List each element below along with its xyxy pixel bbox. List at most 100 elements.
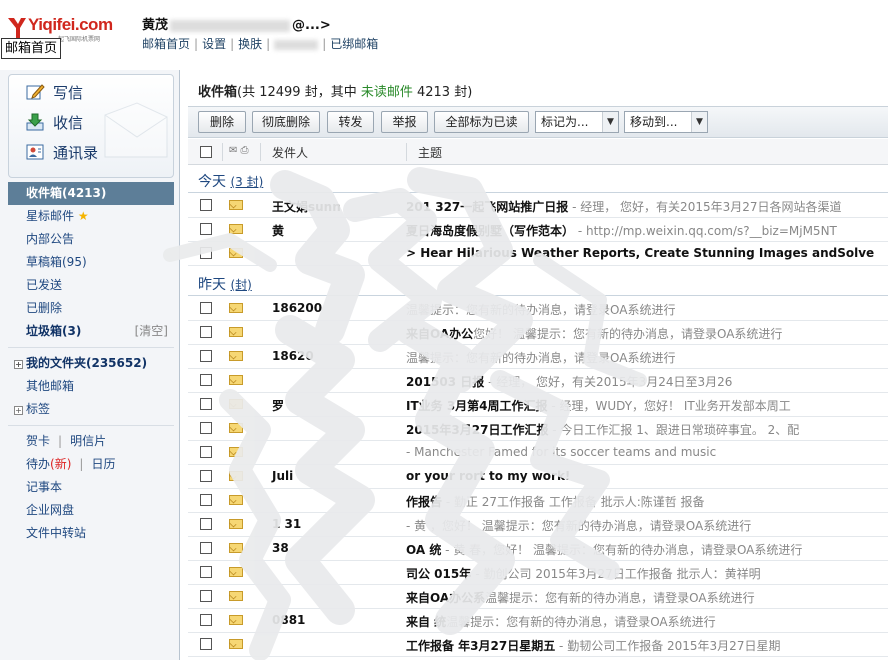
row-preview: - 勤正 27工作报备 工作报备 批示人:陈谨哲 报备	[442, 495, 705, 509]
row-checkbox[interactable]	[200, 374, 212, 386]
select-all-checkbox[interactable]	[200, 146, 212, 158]
row-checkbox[interactable]	[200, 350, 212, 362]
mail-row[interactable]: 司公 015年 - 勤创公司 2015年3月27日工作报备 批示人：黄祥明	[188, 561, 888, 585]
mail-row[interactable]: 38 OA 统 - 黄 春，您好！ 温馨提示：您有新的待办消息，请登录OA系统进行	[188, 537, 888, 561]
user-name: 黄茂 @...>	[142, 14, 331, 33]
inbox-title-label: 收件箱	[198, 85, 238, 100]
mail-row[interactable]: - Manchester Famed for its soccer teams …	[188, 441, 888, 465]
folder-sent[interactable]: 已发送	[8, 274, 174, 297]
extras-transfer[interactable]: 文件中转站	[8, 522, 174, 545]
group-today: 今天 (3 封)	[198, 171, 263, 191]
receive-button[interactable]: 收信	[25, 109, 83, 135]
contacts-button[interactable]: 通讯录	[25, 139, 98, 165]
mail-row[interactable]: 0881 来自 统温馨提示：您有新的待办消息，请登录OA系统进行	[188, 609, 888, 633]
row-preview: - 经理， 您好，有关2015年3月24日至3月26	[484, 375, 733, 389]
link-bound-mailbox[interactable]: 已绑邮箱	[330, 37, 378, 51]
link-settings[interactable]: 设置	[202, 37, 226, 51]
greeting-card-link[interactable]: 贺卡	[26, 434, 50, 448]
row-subject-text: 来自OA办公系	[406, 591, 486, 605]
postcard-link[interactable]: 明信片	[70, 434, 106, 448]
expand-icon[interactable]: +	[14, 406, 23, 415]
my-folders-label: 我的文件夹(235652)	[26, 356, 148, 370]
folder-spam[interactable]: 垃圾箱(3) [清空]	[8, 320, 174, 343]
row-sender: 38	[272, 541, 289, 555]
mail-row[interactable]: 2015年3月27日工作汇报 - 今日工作汇报 1、跟进日常琐碎事宜。 2、配	[188, 417, 888, 441]
row-checkbox[interactable]	[200, 518, 212, 530]
permanent-delete-button[interactable]: 彻底删除	[252, 111, 320, 133]
link-mail-home[interactable]: 邮箱首页	[142, 37, 190, 51]
group-today-count[interactable]: (3 封)	[230, 175, 263, 189]
todo-link[interactable]: 待办	[26, 457, 50, 471]
row-checkbox[interactable]	[200, 494, 212, 506]
folder-inbox[interactable]: 收件箱(4213)	[8, 182, 174, 205]
row-checkbox[interactable]	[200, 638, 212, 650]
divider	[188, 295, 888, 296]
row-checkbox[interactable]	[200, 614, 212, 626]
mail-row[interactable]: 186200 温馨提示：您有新的待办消息，请登录OA系统进行	[188, 297, 888, 321]
mail-row[interactable]: 201503 日报 - 经理， 您好，有关2015年3月24日至3月26	[188, 369, 888, 393]
row-checkbox[interactable]	[200, 422, 212, 434]
row-checkbox[interactable]	[200, 199, 212, 211]
row-checkbox[interactable]	[200, 223, 212, 235]
mail-row[interactable]: 18620 温馨提示：您有新的待办消息，请登录OA系统进行	[188, 345, 888, 369]
forward-button[interactable]: 转发	[327, 111, 374, 133]
mark-all-read-button[interactable]: 全部标为已读	[434, 111, 529, 133]
row-subject: - 黄 ，您好！ 温馨提示：您有新的待办消息，请登录OA系统进行	[406, 517, 751, 534]
folder-deleted[interactable]: 已删除	[8, 297, 174, 320]
link-skin[interactable]: 换肤	[238, 37, 262, 51]
mail-row[interactable]: 作报告 - 勤正 27工作报备 工作报备 批示人:陈谨哲 报备	[188, 489, 888, 513]
group-yesterday-count[interactable]: (封)	[230, 278, 251, 292]
mail-row[interactable]: Juli or your rort to my work!	[188, 465, 888, 489]
mail-row[interactable]: 来自OA办公您好！ 温馨提示：您有新的待办消息，请登录OA系统进行	[188, 321, 888, 345]
folder-announcements[interactable]: 内部公告	[8, 228, 174, 251]
tags-label: 标签	[26, 402, 51, 416]
mail-row[interactable]: 1 31 - 黄 ，您好！ 温馨提示：您有新的待办消息，请登录OA系统进行	[188, 513, 888, 537]
folder-drafts-label: 草稿箱(95)	[26, 255, 87, 269]
row-preview: 温馨提示：您有新的待办消息，请登录OA系统进行	[485, 591, 755, 605]
extras-netdisk[interactable]: 企业网盘	[8, 499, 174, 522]
row-preview: - http://mp.weixin.qq.com/s?__biz=MjM5NT	[574, 224, 837, 238]
calendar-link[interactable]: 日历	[91, 457, 115, 471]
row-checkbox[interactable]	[200, 542, 212, 554]
mail-row[interactable]: 来自OA办公系温馨提示：您有新的待办消息，请登录OA系统进行	[188, 585, 888, 609]
move-to-select[interactable]: 移动到... ▼	[624, 111, 708, 133]
delete-button[interactable]: 删除	[198, 111, 246, 133]
unread-count: 4213 封)	[412, 85, 473, 100]
row-checkbox[interactable]	[200, 398, 212, 410]
mail-row[interactable]: 罗 IT业务 3月第4周工作汇报 - 经理，WUDY，您好！ IT业务开发部本周工	[188, 393, 888, 417]
unread-envelope-icon	[229, 399, 243, 409]
row-checkbox[interactable]	[200, 247, 212, 259]
row-checkbox[interactable]	[200, 566, 212, 578]
folder-my-folders[interactable]: + 我的文件夹(235652)	[8, 352, 174, 375]
mail-row[interactable]: > Hear Hilarious Weather Reports, Create…	[188, 242, 888, 266]
row-checkbox[interactable]	[200, 302, 212, 314]
folder-starred[interactable]: 星标邮件 ★	[8, 205, 174, 228]
unread-link[interactable]: 未读邮件	[361, 85, 413, 100]
mail-row[interactable]: 工作报备 年3月27日星期五 - 勤韧公司工作报备 2015年3月27日星期	[188, 633, 888, 657]
row-subject: 来自OA办公系温馨提示：您有新的待办消息，请登录OA系统进行	[406, 589, 755, 606]
empty-spam-link[interactable]: [清空]	[135, 320, 168, 343]
row-subject-text: OA 统	[406, 543, 442, 557]
folder-drafts[interactable]: 草稿箱(95)	[8, 251, 174, 274]
report-button[interactable]: 举报	[381, 111, 428, 133]
row-checkbox[interactable]	[200, 590, 212, 602]
user-name-prefix: 黄茂	[142, 18, 169, 33]
mark-as-select[interactable]: 标记为... ▼	[535, 111, 619, 133]
row-subject-text: 来自 统	[406, 615, 447, 629]
expand-icon[interactable]: +	[14, 360, 23, 369]
mail-row[interactable]: 黄 夏日海岛度假别墅（写作范本） - http://mp.weixin.qq.co…	[188, 218, 888, 242]
logo-text: Yiqifei.com	[28, 15, 113, 34]
folder-tags[interactable]: + 标签	[8, 398, 174, 421]
row-checkbox[interactable]	[200, 470, 212, 482]
row-checkbox[interactable]	[200, 446, 212, 458]
row-preview: 温馨提示：您有新的待办消息，请登录OA系统进行	[406, 351, 676, 365]
compose-button[interactable]: 写信	[25, 79, 83, 105]
sender-column-header[interactable]: 发件人	[272, 144, 308, 161]
subject-column-header[interactable]: 主题	[418, 144, 442, 161]
mail-client: Yiqifei.com 一起飞国际机票网 邮箱首页 黄茂 @...> 邮箱首页 | 设…	[0, 0, 888, 660]
folder-other-mailboxes[interactable]: 其他邮箱	[8, 375, 174, 398]
row-sender: 罗	[272, 399, 285, 413]
extras-notes[interactable]: 记事本	[8, 476, 174, 499]
row-checkbox[interactable]	[200, 326, 212, 338]
mail-row[interactable]: 王文娟sunn 201 327一起飞网站推广日报 - 经理， 您好，有关2015年…	[188, 194, 888, 218]
